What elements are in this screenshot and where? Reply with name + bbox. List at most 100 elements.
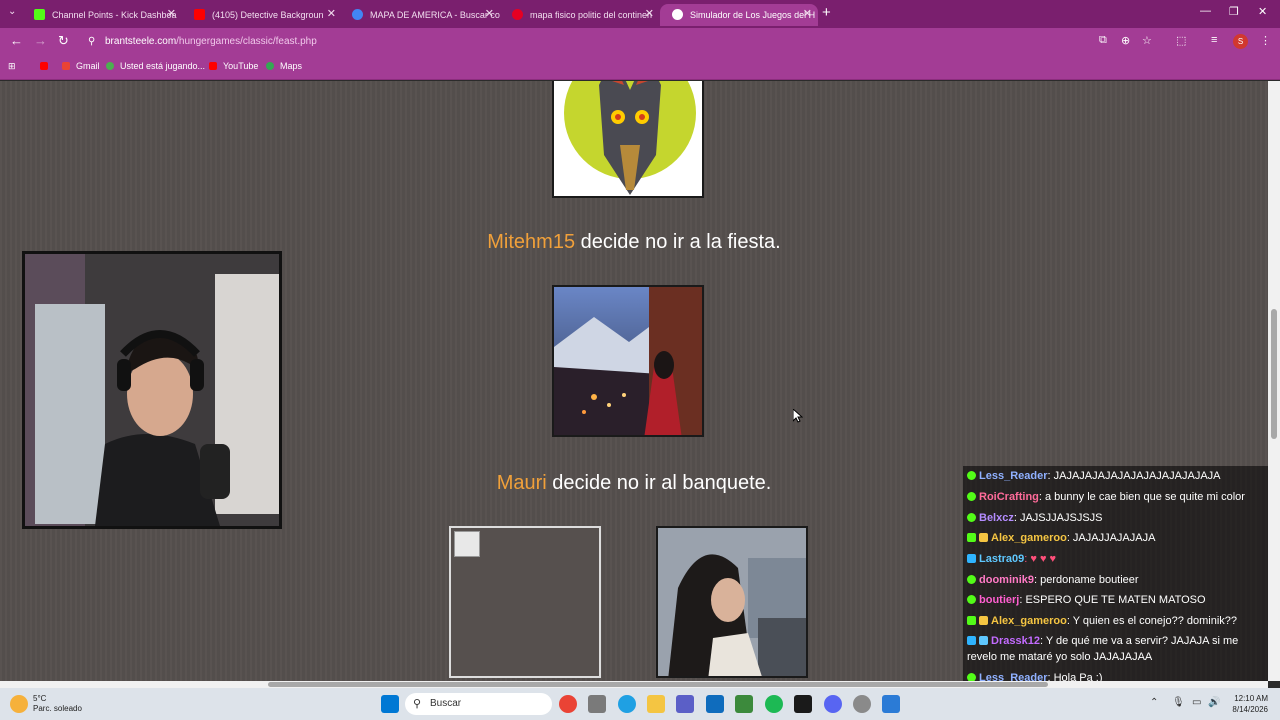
- tab-pinterest[interactable]: mapa fisico politic del continen ✕: [500, 4, 660, 26]
- reload-button[interactable]: ↻: [58, 33, 69, 49]
- stream-chat-overlay: Less_Reader: JAJAJAJAJAJAJAJAJAJAJAJAJA …: [963, 466, 1268, 686]
- more-menu-icon[interactable]: ⋮: [1260, 34, 1271, 47]
- bookmark-youtube-icon[interactable]: [40, 61, 54, 71]
- chat-message: Alex_gameroo: JAJAJJAJAJAJA: [967, 530, 1263, 546]
- address-bar[interactable]: ⚲ brantsteele.com/hungergames/classic/fe…: [80, 31, 1160, 53]
- volume-icon[interactable]: 🔊: [1208, 697, 1220, 708]
- microphone-icon[interactable]: 🎙: [1172, 697, 1185, 708]
- bookmarks-bar: ⊞ Gmail Usted está jugando... YouTube Ma…: [0, 56, 1280, 80]
- chat-message: Alex_gameroo: Y quien es el conejo?? dom…: [967, 613, 1263, 629]
- broken-image-icon: [454, 531, 480, 557]
- windows-start-icon[interactable]: [381, 695, 399, 713]
- chat-message: doominik9: perdoname boutieer: [967, 572, 1263, 588]
- chat-message: Belxcz: JAJSJJAJSJSJS: [967, 510, 1263, 526]
- tab-google-search[interactable]: MAPA DE AMERICA - Buscar co ✕: [340, 4, 500, 26]
- tribute-avatar-image: [552, 81, 704, 198]
- moderator-badge-icon: [967, 636, 976, 645]
- calculator-icon[interactable]: [588, 695, 606, 713]
- event-text: decide no ir a la fiesta.: [575, 231, 781, 253]
- close-icon[interactable]: ✕: [803, 5, 812, 23]
- sub-badge-icon: [967, 575, 976, 584]
- clock-time: 12:10 AM: [1234, 694, 1268, 703]
- file-explorer-icon[interactable]: [647, 695, 665, 713]
- game-icon: [106, 62, 114, 70]
- epic-games-icon[interactable]: [794, 695, 812, 713]
- scrollbar-thumb[interactable]: [268, 682, 1048, 687]
- back-button[interactable]: ←: [10, 33, 23, 48]
- verified-badge-icon: [967, 616, 976, 625]
- chevron-up-icon[interactable]: ⌃: [1150, 697, 1158, 708]
- maps-icon: [266, 62, 274, 70]
- close-window-button[interactable]: ✕: [1258, 5, 1267, 18]
- bookmark-game[interactable]: Usted está jugando...: [106, 61, 205, 71]
- security-icon[interactable]: [735, 695, 753, 713]
- globe-icon: [672, 9, 683, 20]
- app-icon[interactable]: [882, 695, 900, 713]
- url-host: brantsteele.com: [105, 36, 177, 47]
- chat-message: RoiCrafting: a bunny le cae bien que se …: [967, 489, 1263, 505]
- vip-badge-icon: [979, 533, 988, 542]
- bookmark-youtube[interactable]: YouTube: [209, 61, 258, 71]
- new-tab-button[interactable]: +: [822, 4, 831, 21]
- apps-grid-icon[interactable]: ⊞: [8, 61, 16, 72]
- zoom-icon[interactable]: ⊕: [1121, 34, 1130, 47]
- bookmark-maps[interactable]: Maps: [266, 61, 302, 71]
- sub-badge-icon: [967, 513, 976, 522]
- tab-hunger-games-simulator[interactable]: Simulador de Los Juegos del H ✕: [660, 4, 818, 26]
- teams-icon[interactable]: [676, 695, 694, 713]
- sub-badge-icon: [967, 595, 976, 604]
- url-path: /hungergames/classic/feast.php: [176, 36, 317, 47]
- tab-strip: ⌄ Channel Points - Kick Dashboa ✕ (4105)…: [0, 0, 1280, 28]
- horizontal-scrollbar[interactable]: [0, 681, 1268, 688]
- taskbar-search-input[interactable]: ⚲ Buscar: [405, 693, 552, 715]
- media-icon[interactable]: ≡: [1211, 34, 1217, 46]
- tribute-name: Mitehm15: [487, 231, 576, 253]
- webcam-overlay: [22, 251, 282, 529]
- close-icon[interactable]: ✕: [485, 5, 494, 23]
- minimize-button[interactable]: —: [1200, 5, 1211, 17]
- broken-image: [449, 526, 601, 678]
- temperature-text: 5°C: [33, 694, 47, 703]
- discord-icon[interactable]: [824, 695, 842, 713]
- restore-button[interactable]: ❐: [1229, 5, 1239, 18]
- tribute-name: Mauri: [496, 472, 547, 494]
- tab-title: MAPA DE AMERICA - Buscar co: [370, 10, 500, 20]
- site-info-icon[interactable]: ⚲: [88, 31, 95, 53]
- search-icon: ⚲: [413, 698, 422, 710]
- tab-title: Simulador de Los Juegos del H: [690, 10, 816, 20]
- tab-search-icon[interactable]: ⌄: [8, 6, 16, 17]
- close-icon[interactable]: ✕: [645, 5, 654, 23]
- kick-icon: [34, 9, 45, 20]
- weather-icon[interactable]: [10, 695, 28, 713]
- extensions-icon[interactable]: ⬚: [1176, 34, 1186, 47]
- scrollbar-thumb[interactable]: [1271, 309, 1277, 439]
- avatar[interactable]: S: [1233, 34, 1248, 49]
- forward-button[interactable]: →: [34, 33, 47, 48]
- tab-kick[interactable]: Channel Points - Kick Dashboa ✕: [22, 4, 182, 26]
- edge-icon[interactable]: [618, 695, 636, 713]
- mouse-cursor-icon: [793, 409, 803, 423]
- tab-youtube[interactable]: (4105) Detective Backgroun ✕: [182, 4, 342, 26]
- mail-icon[interactable]: [706, 695, 724, 713]
- close-icon[interactable]: ✕: [327, 5, 336, 23]
- google-icon: [352, 9, 363, 20]
- spotify-icon[interactable]: [765, 695, 783, 713]
- tab-title: Channel Points - Kick Dashboa: [52, 10, 177, 20]
- system-clock[interactable]: 12:10 AM 8/14/2026: [1228, 693, 1268, 715]
- vertical-scrollbar[interactable]: [1268, 81, 1280, 681]
- sub-badge-icon: [967, 471, 976, 480]
- bookmark-star-icon[interactable]: ☆: [1142, 34, 1152, 47]
- bookmark-gmail[interactable]: Gmail: [62, 61, 100, 71]
- tribute-photo-image: [656, 526, 808, 678]
- chrome-icon[interactable]: [559, 695, 577, 713]
- tab-title: (4105) Detective Backgroun: [212, 10, 324, 20]
- chat-message: Lastra09: ♥ ♥ ♥: [967, 551, 1263, 567]
- network-icon[interactable]: ▭: [1192, 697, 1201, 708]
- translate-icon[interactable]: ⧉: [1099, 34, 1107, 47]
- close-icon[interactable]: ✕: [167, 5, 176, 23]
- verified-badge-icon: [967, 533, 976, 542]
- weather-widget[interactable]: 5°C Parc. soleado: [33, 694, 82, 714]
- og-badge-icon: [979, 636, 988, 645]
- app-icon[interactable]: [853, 695, 871, 713]
- browser-toolbar: ← → ↻ ⚲ brantsteele.com/hungergames/clas…: [0, 28, 1280, 56]
